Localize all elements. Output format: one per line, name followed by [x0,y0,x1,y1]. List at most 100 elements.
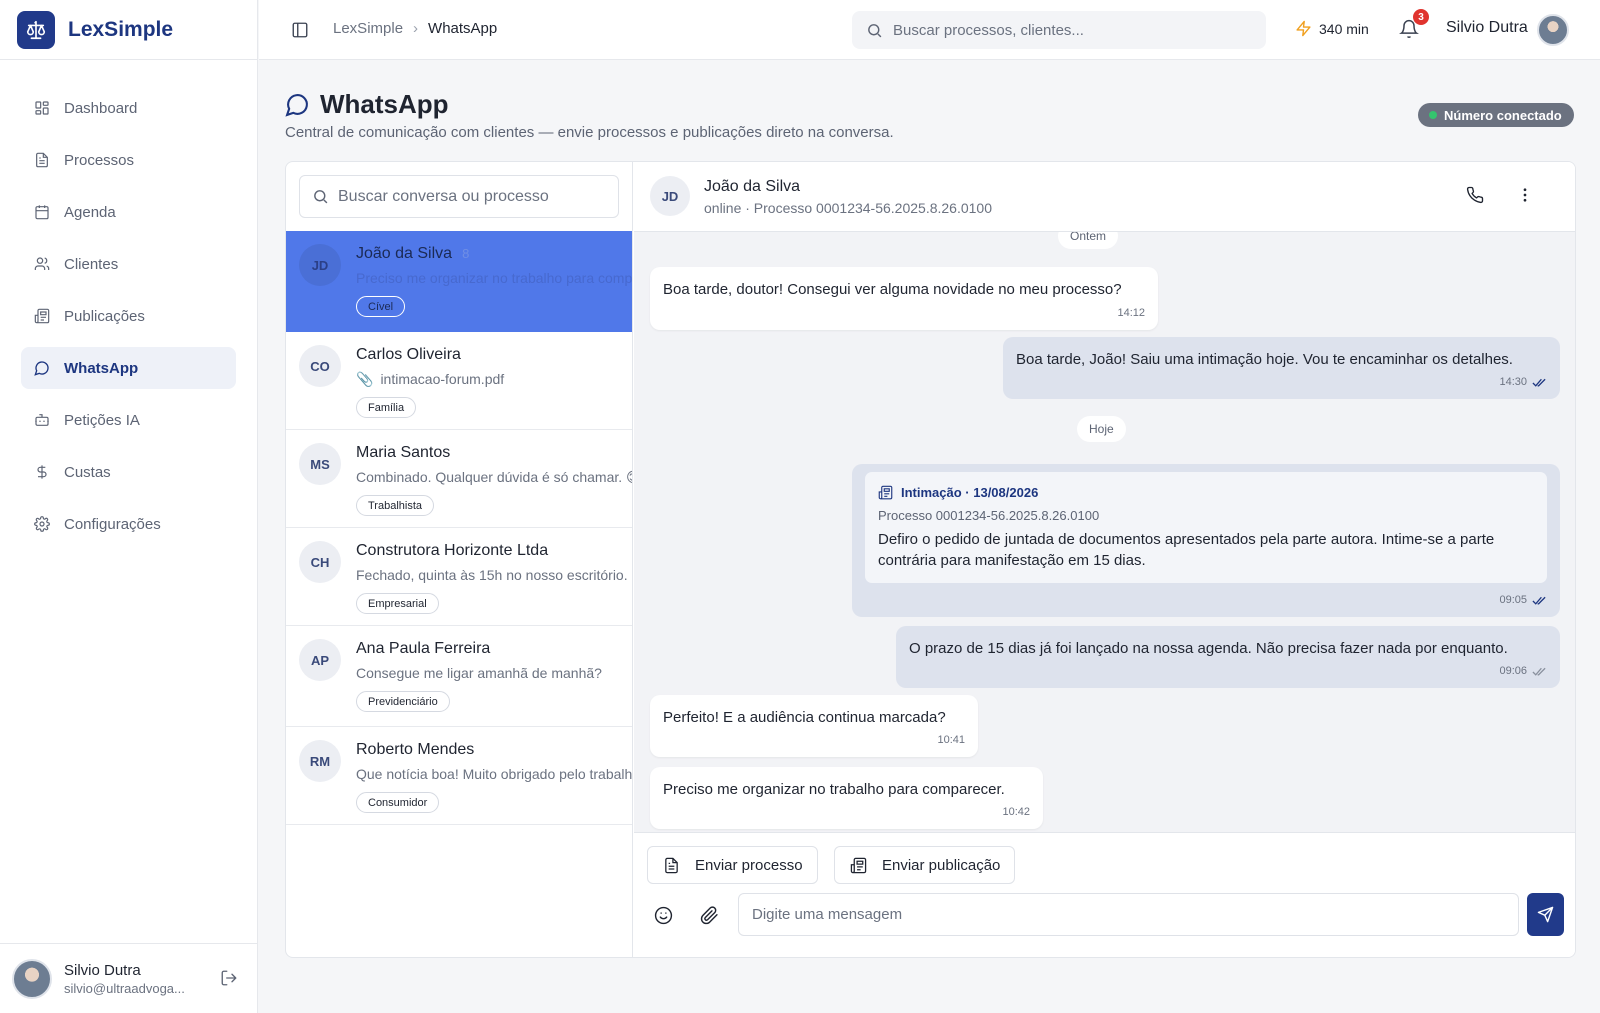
chat-header: JD João da Silva online · Processo 00012… [634,162,1575,232]
newspaper-icon [878,485,893,500]
sidebar-item-label: Custas [64,463,111,481]
grid-icon [35,101,49,115]
sidebar-item-agenda[interactable]: Agenda [21,191,236,233]
message-list: Ontem Boa tarde, doutor! Consegui ver al… [634,232,1575,832]
sidebar-user-email: silvio@ultraadvoga... [64,980,185,996]
sidebar-item-label: Configurações [64,515,161,533]
conversation-item[interactable]: CO Carlos Oliveira 📎 intimacao-forum.pdf … [286,332,632,430]
smile-icon[interactable] [654,906,673,925]
publication-card[interactable]: Intimação · 13/08/2026 Processo 0001234-… [865,472,1547,583]
conversation-tag: Previdenciário [356,691,450,712]
message-time-text: 14:12 [1117,307,1145,319]
sidebar-item-custas[interactable]: Custas [21,451,236,493]
global-search-input[interactable] [893,21,1243,39]
conversation-item[interactable]: AP Ana Paula Ferreira Consegue me ligar … [286,626,632,727]
users-icon [34,257,50,270]
publication-card-title-text: Intimação · 13/08/2026 [901,485,1039,500]
topbar-user-name[interactable]: Silvio Dutra [1446,19,1528,37]
logout-icon[interactable] [220,969,238,987]
more-vertical-icon[interactable] [1516,186,1534,204]
credits-indicator[interactable]: 340 min [1295,20,1369,37]
breadcrumb: LexSimple › WhatsApp [333,20,497,37]
chat-area: JD João da Silva online · Processo 00012… [634,162,1575,957]
conversation-tag: Cível [356,296,406,317]
conversation-preview: Combinado. Qualquer dúvida é só chamar. … [356,469,632,485]
publication-card-title: Intimação · 13/08/2026 [878,482,1534,503]
message-input[interactable] [738,893,1519,936]
conversation-name-text: João da Silva [356,245,453,262]
message-time: 09:05 [1499,590,1547,611]
whatsapp-panel: JD João da Silva 8 Preciso me organizar n… [285,161,1576,958]
status-badge: Número conectado [1418,103,1574,127]
sidebar-item-label: Dashboard [64,99,138,117]
avatar: RM [299,740,341,782]
status-dot [1429,111,1437,119]
sidebar-user: Silvio Dutra silvio@ultraadvoga... [0,943,258,1013]
sidebar-item-publicacoes[interactable]: Publicações [21,295,236,337]
send-button[interactable] [1527,893,1564,936]
message-bubble-in: Perfeito! E a audiência continua marcada… [650,695,978,757]
page-title: WhatsApp [320,89,449,119]
conversation-item[interactable]: MS Maria Santos Combinado. Qualquer dúvi… [286,430,632,528]
message-composer: Enviar processo Enviar publicação [634,832,1575,957]
conversation-preview: Preciso me organizar no trabalho para co… [356,270,632,286]
sidebar-item-label: Processos [64,151,135,169]
page-subtitle: Central de comunicação com clientes — en… [285,124,894,141]
message-time: 10:42 [1002,802,1030,823]
sidebar-item-dashboard[interactable]: Dashboard [21,87,236,129]
send-publication-button[interactable]: Enviar publicação [834,846,1016,884]
conversation-item[interactable]: CH Construtora Horizonte Ltda Fechado, q… [286,528,632,626]
chat-contact-status: online · Processo 0001234-56.2025.8.26.0… [704,200,992,216]
sidebar-item-clientes[interactable]: Clientes [21,243,236,285]
conversation-tag: Família [356,397,417,418]
sidebar-item-whatsapp[interactable]: WhatsApp [21,347,236,389]
message-text: Boa tarde, João! Saiu uma intimação hoje… [1016,351,1513,368]
topbar-avatar[interactable] [1537,14,1569,46]
message-time-text: 09:06 [1499,665,1527,677]
send-publication-label: Enviar publicação [882,856,1001,874]
publication-card-body: Defiro o pedido de juntada de documentos… [878,531,1495,569]
conversation-search-input[interactable] [338,187,618,206]
message-time-text: 09:05 [1499,594,1527,606]
send-icon [1537,906,1554,923]
conversation-item[interactable]: JD João da Silva 8 Preciso me organizar n… [286,231,632,332]
conversation-preview: Que notícia boa! Muito obrigado pelo tra… [356,766,632,782]
sidebar-item-peticoes-ia[interactable]: Petições IA [21,399,236,441]
avatar[interactable] [12,958,52,999]
message-bubble-in: Boa tarde, doutor! Consegui ver alguma n… [650,267,1158,330]
scale-icon [17,10,55,49]
conversation-item[interactable]: RM Roberto Mendes Que notícia boa! Muito… [286,727,632,825]
conversation-name: Carlos Oliveira [356,346,461,363]
breadcrumb-root[interactable]: LexSimple [333,20,403,37]
sidebar-item-label: Agenda [64,203,116,221]
file-icon [665,857,678,873]
conversation-tag: Trabalhista [356,495,435,516]
page-header: WhatsApp [285,89,449,120]
message-time: 10:41 [937,730,965,751]
conversation-search [299,175,619,218]
double-check-icon [1532,596,1546,605]
day-separator: Hoje [1077,416,1126,442]
conversation-preview: Consegue me ligar amanhã de manhã? [356,665,602,681]
avatar: MS [299,443,341,485]
credits-value: 340 min [1319,20,1369,37]
message-text: Boa tarde, doutor! Consegui ver alguma n… [663,281,1122,298]
brand[interactable]: LexSimple [0,0,257,60]
message-time: 14:12 [1117,303,1145,324]
message-bubble-out: Boa tarde, João! Saiu uma intimação hoje… [1003,337,1560,399]
chat-icon [285,94,308,117]
message-text: Perfeito! E a audiência continua marcada… [663,709,946,726]
send-process-button[interactable]: Enviar processo [647,846,818,884]
conversation-name: João da Silva 8 [356,245,469,263]
paperclip-icon[interactable] [700,906,719,925]
sidebar-item-configuracoes[interactable]: Configurações [21,503,236,545]
sidebar-toggle-icon[interactable] [291,21,309,39]
conversation-preview: Fechado, quinta às 15h no nosso escritór… [356,567,628,583]
day-separator: Ontem [1058,232,1119,249]
sidebar-item-label: Clientes [64,255,119,273]
newspaper-icon [34,308,50,324]
double-check-icon [1532,667,1546,676]
conversation-name: Ana Paula Ferreira [356,640,491,657]
phone-icon[interactable] [1466,186,1484,204]
sidebar-item-processos[interactable]: Processos [21,139,236,181]
